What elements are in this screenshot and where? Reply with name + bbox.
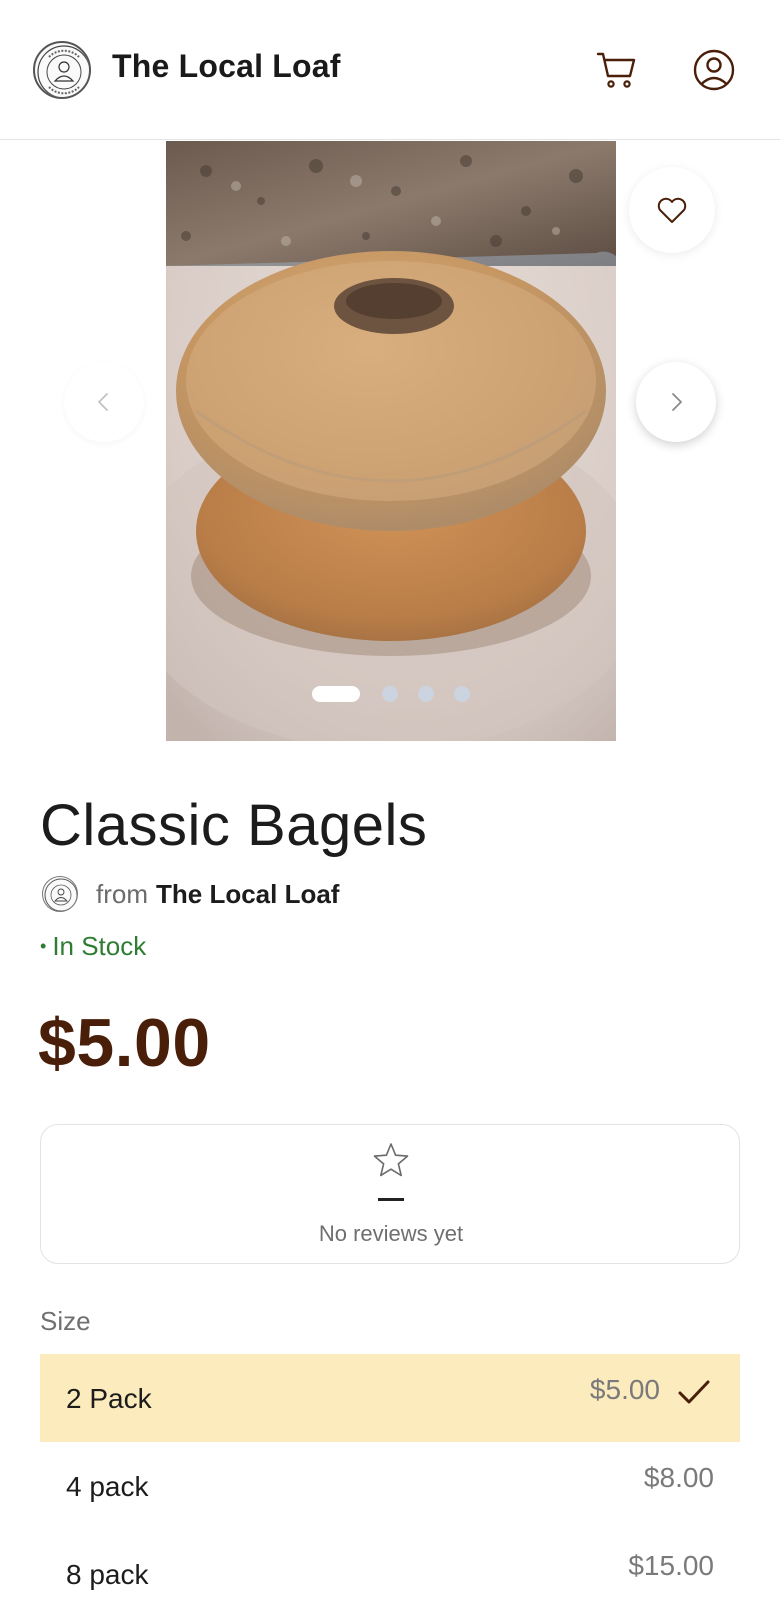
product-price: $5.00 xyxy=(38,1005,211,1081)
size-option-label: 4 pack xyxy=(66,1471,149,1502)
size-option-2-pack[interactable]: 2 Pack $5.00 xyxy=(40,1354,740,1442)
user-account-icon xyxy=(693,49,735,91)
carousel-dot-4[interactable] xyxy=(454,686,470,702)
bagels-photo xyxy=(166,141,616,741)
size-option-label: 2 Pack xyxy=(66,1383,152,1414)
seller-row[interactable]: from The Local Loaf xyxy=(42,874,339,914)
app-header: The Local Loaf xyxy=(0,0,780,140)
size-option-8-pack[interactable]: 8 pack $15.00 xyxy=(40,1530,740,1618)
bakery-seal-icon xyxy=(44,878,77,911)
no-reviews-text: No reviews yet xyxy=(318,1221,464,1246)
checkmark-icon xyxy=(678,1380,710,1404)
reviews-summary-card[interactable]: No reviews yet xyxy=(40,1124,740,1264)
stock-status: • In Stock xyxy=(40,931,146,962)
cart-button[interactable] xyxy=(592,46,640,94)
brand-title[interactable]: The Local Loaf xyxy=(112,48,341,85)
carousel-dot-2[interactable] xyxy=(382,686,398,702)
cart-icon xyxy=(596,52,636,88)
size-option-price: $5.00 xyxy=(589,1374,660,1405)
size-option-4-pack[interactable]: 4 pack $8.00 xyxy=(40,1442,740,1530)
size-option-label: 8 pack xyxy=(66,1559,149,1590)
bakery-logo[interactable] xyxy=(33,41,91,99)
star-icon xyxy=(373,1143,409,1177)
size-section-label: Size xyxy=(40,1306,91,1336)
carousel-indicators xyxy=(312,686,492,702)
heart-icon xyxy=(657,197,687,223)
product-title: Classic Bagels xyxy=(40,793,428,858)
carousel-dot-3[interactable] xyxy=(418,686,434,702)
chevron-left-icon xyxy=(98,393,108,411)
product-photo[interactable] xyxy=(166,141,616,741)
seller-logo xyxy=(42,876,78,912)
seller-prefix: from xyxy=(96,878,148,909)
bakery-seal-icon xyxy=(37,45,89,97)
favorite-button[interactable] xyxy=(629,167,715,253)
chevron-right-icon xyxy=(672,393,682,411)
account-button[interactable] xyxy=(690,46,738,94)
stock-indicator-dot: • xyxy=(40,936,47,956)
size-option-price: $15.00 xyxy=(628,1550,714,1581)
seller-name-link[interactable]: The Local Loaf xyxy=(156,879,339,910)
carousel-prev-button[interactable] xyxy=(64,362,144,442)
rating-placeholder-dash xyxy=(378,1198,404,1201)
carousel-dot-1[interactable] xyxy=(312,686,360,702)
stock-status-text: In Stock xyxy=(52,931,147,961)
product-image-carousel[interactable] xyxy=(0,141,780,741)
carousel-next-button[interactable] xyxy=(636,362,716,442)
size-option-price: $8.00 xyxy=(643,1462,714,1493)
